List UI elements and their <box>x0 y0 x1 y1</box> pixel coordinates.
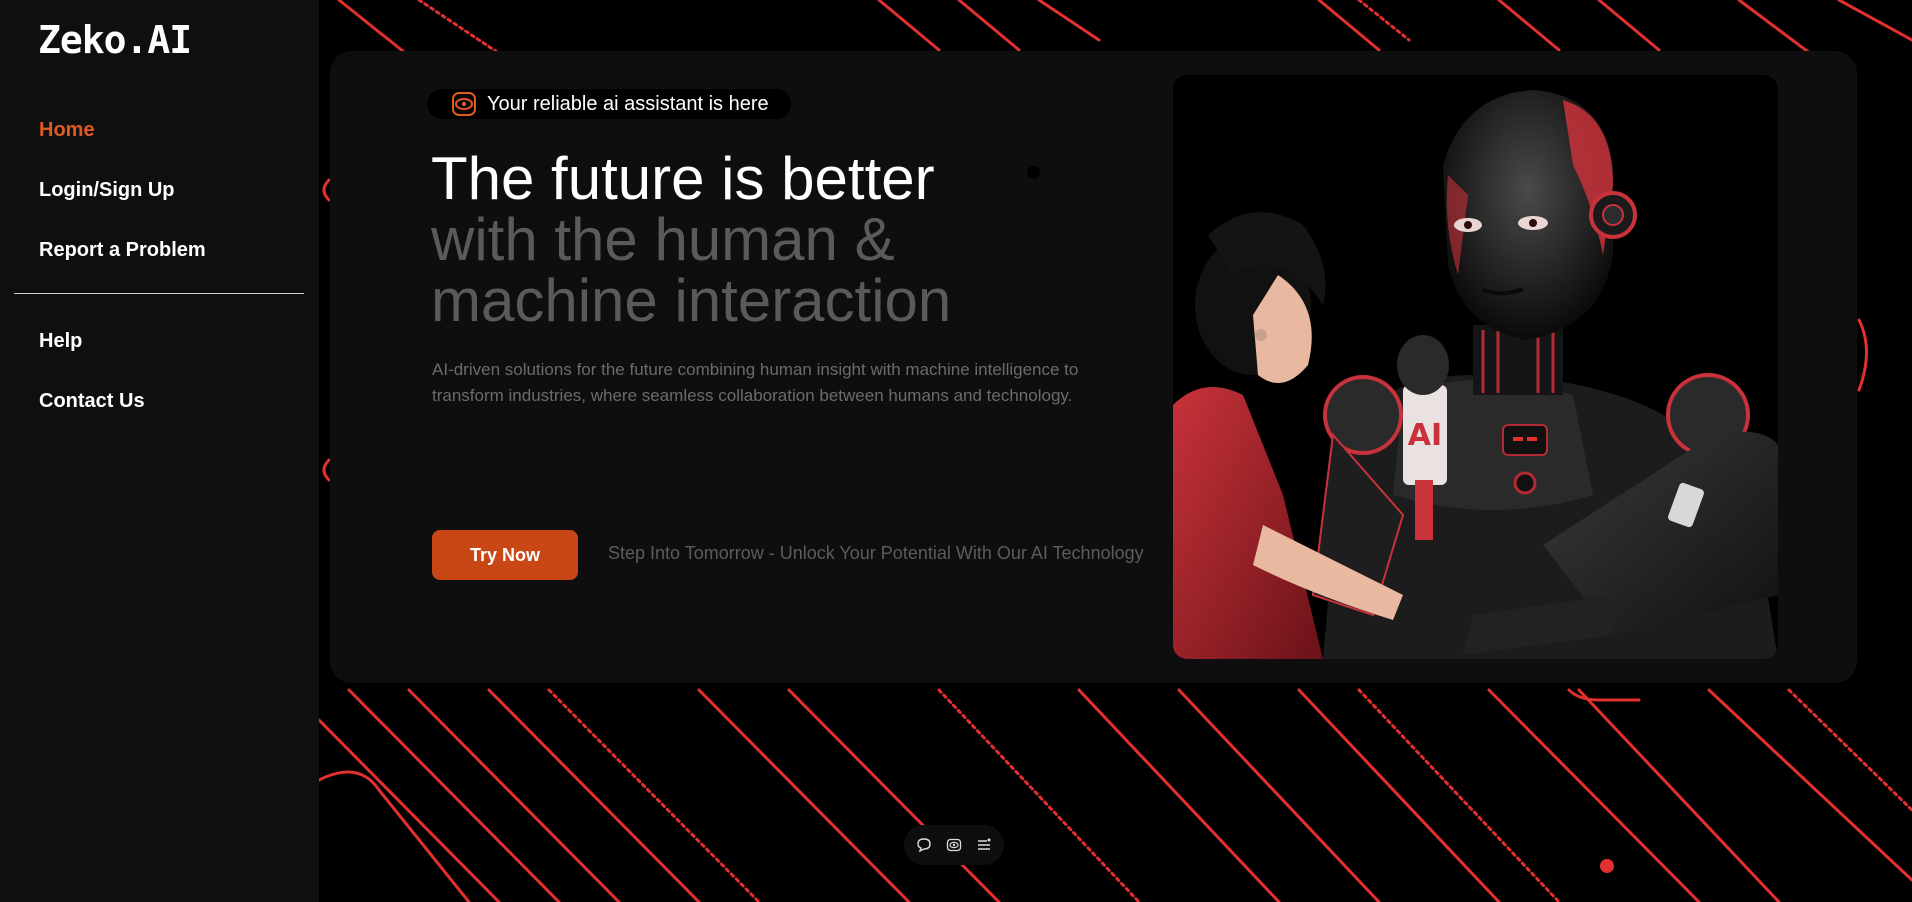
sidebar-item-home[interactable]: Home <box>39 119 95 142</box>
mic-flag-text: AI <box>1408 418 1442 453</box>
floating-toolbar <box>904 825 1004 865</box>
headline-line-2: with the human & <box>431 206 895 273</box>
sidebar-item-report-problem[interactable]: Report a Problem <box>39 239 206 262</box>
list-icon[interactable] <box>975 836 993 854</box>
decorative-dot <box>1027 166 1040 179</box>
eye-icon[interactable] <box>945 836 963 854</box>
try-now-button[interactable]: Try Now <box>432 530 578 580</box>
app-root: Zeko.AI Home Login/Sign Up Report a Prob… <box>0 0 1912 902</box>
hero-illustration: AI <box>1173 75 1778 659</box>
badge-text: Your reliable ai assistant is here <box>487 92 769 115</box>
hero-description: AI-driven solutions for the future combi… <box>432 360 1079 405</box>
sidebar-divider <box>14 293 304 294</box>
sidebar-item-help[interactable]: Help <box>39 330 82 353</box>
assistant-badge: Your reliable ai assistant is here <box>427 89 791 119</box>
sidebar: Zeko.AI Home Login/Sign Up Report a Prob… <box>0 0 319 902</box>
headline-line-1: The future is better <box>431 145 935 212</box>
app-logo[interactable]: Zeko.AI <box>38 18 192 62</box>
sidebar-item-contact-us[interactable]: Contact Us <box>39 390 145 413</box>
hero-headline: The future is better with the human & ma… <box>431 148 951 331</box>
sidebar-item-login-signup[interactable]: Login/Sign Up <box>39 179 175 202</box>
chat-icon[interactable] <box>915 836 933 854</box>
eye-icon <box>451 91 477 117</box>
hero-tagline: Step Into Tomorrow - Unlock Your Potenti… <box>608 543 1144 563</box>
headline-line-3: machine interaction <box>431 267 952 334</box>
